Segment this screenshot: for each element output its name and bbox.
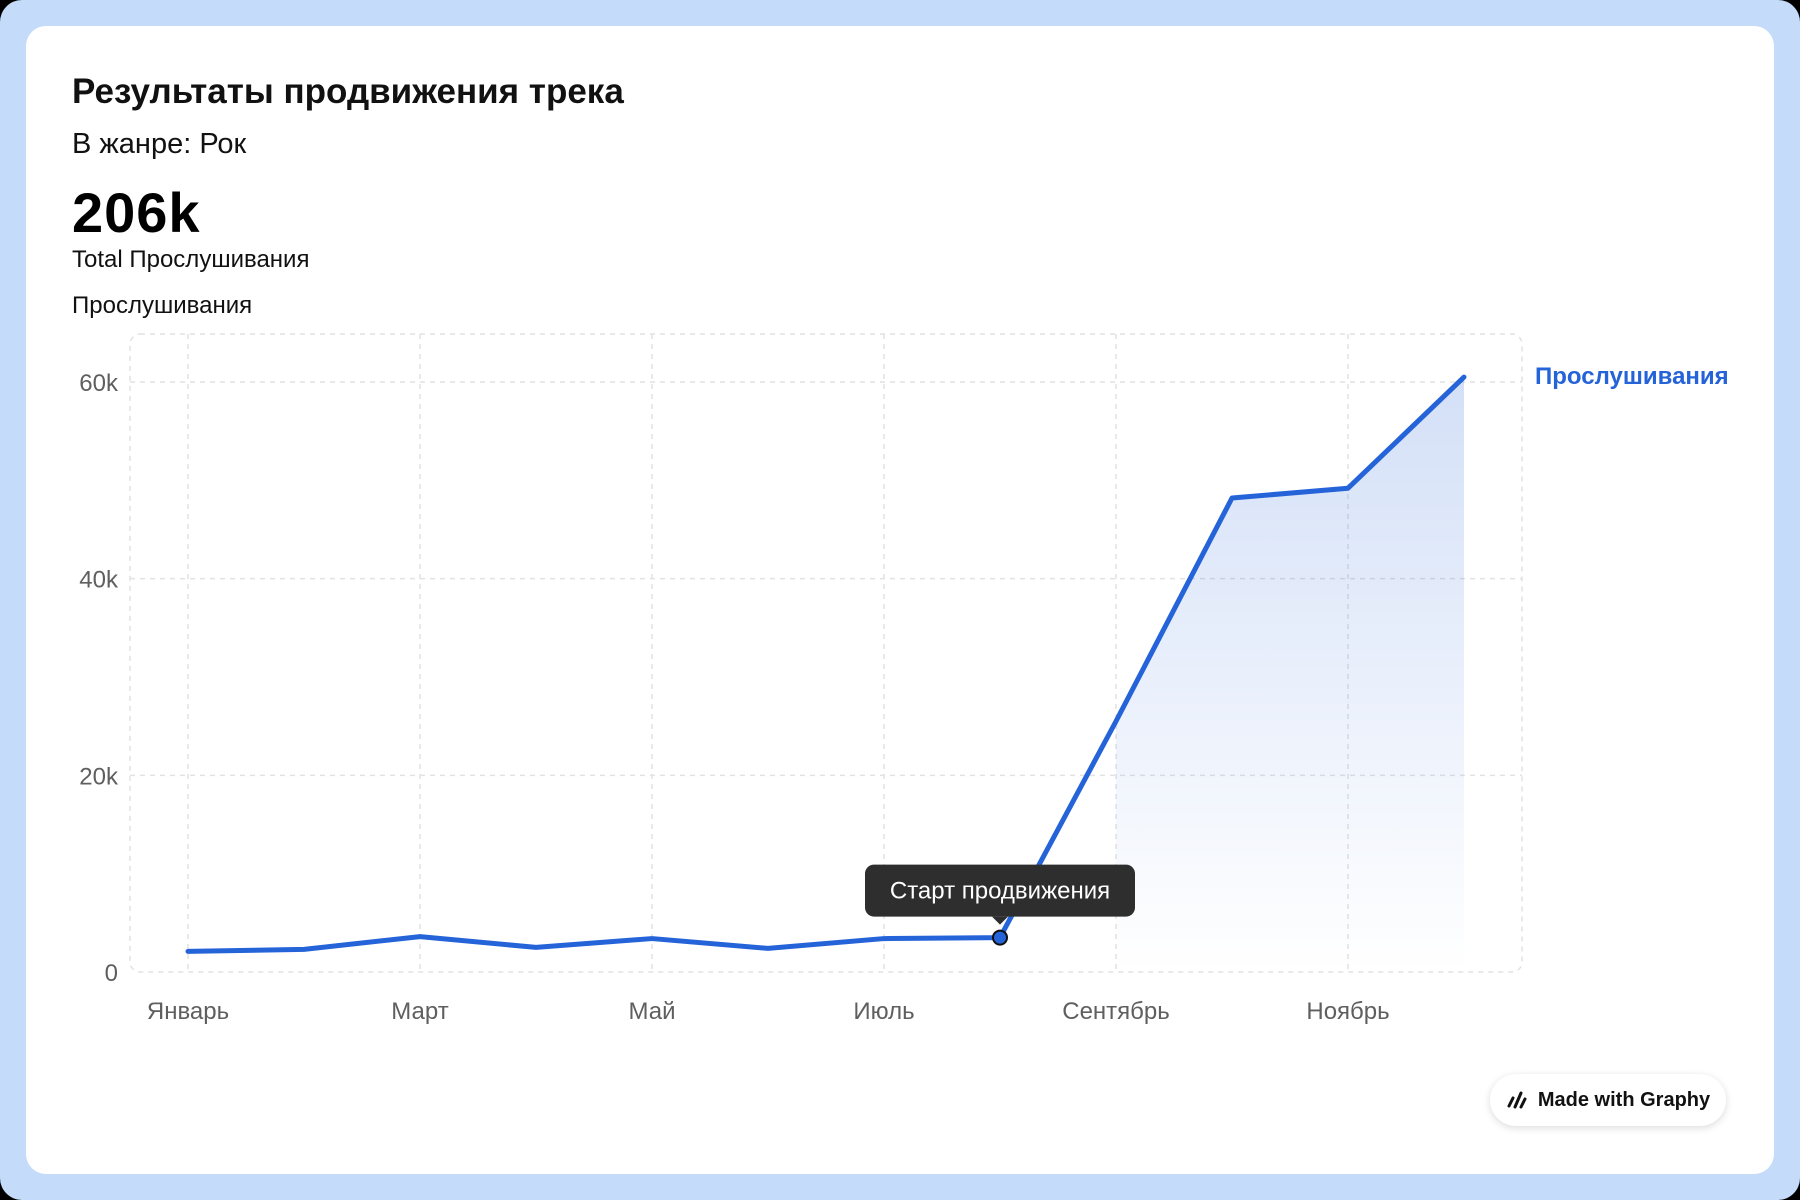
data-point[interactable] <box>296 941 312 957</box>
data-point[interactable] <box>760 940 776 956</box>
data-point[interactable] <box>180 943 196 959</box>
x-axis-ticks: Январь Март Май Июль Сентябрь Ноябрь <box>147 998 1390 1025</box>
x-tick-label: Январь <box>147 998 229 1025</box>
data-point[interactable] <box>1456 369 1472 385</box>
tooltip-text: Старт продвижения <box>890 878 1110 905</box>
badge-label: Made with Graphy <box>1537 1088 1711 1111</box>
data-point[interactable] <box>412 929 428 945</box>
annotations: Старт продвижения <box>865 864 1135 946</box>
x-tick-label: Март <box>391 998 448 1025</box>
annotation-tooltip: Старт продвижения <box>865 864 1135 925</box>
x-tick-label: Май <box>628 998 675 1025</box>
data-point[interactable] <box>1340 480 1356 496</box>
data-point[interactable] <box>1224 490 1240 506</box>
y-tick-label: 0 <box>105 960 118 987</box>
data-point[interactable] <box>876 931 892 947</box>
x-tick-label: Сентябрь <box>1062 998 1170 1025</box>
area-fill <box>1116 377 1464 972</box>
x-tick-label: Ноябрь <box>1306 998 1389 1025</box>
y-axis-ticks: 0 20k 40k 60k <box>79 370 119 987</box>
data-point[interactable] <box>1108 713 1124 729</box>
y-tick-label: 20k <box>79 763 119 790</box>
annotation-marker[interactable] <box>992 929 1008 946</box>
x-tick-label: Июль <box>853 998 914 1025</box>
y-tick-label: 60k <box>79 370 119 397</box>
data-point[interactable] <box>644 931 660 947</box>
legend: Прослушивания <box>1535 363 1729 390</box>
legend-item: Прослушивания <box>1535 363 1729 390</box>
made-with-graphy-badge[interactable]: Made with Graphy <box>1490 1074 1726 1126</box>
line-chart: Январь Март Май Июль Сентябрь Ноябрь 0 20k 40k 6… <box>79 333 1729 1025</box>
graphy-logo-icon <box>1506 1090 1528 1110</box>
data-point[interactable] <box>528 939 544 955</box>
y-tick-label: 40k <box>79 567 119 594</box>
series-area <box>1116 377 1464 972</box>
